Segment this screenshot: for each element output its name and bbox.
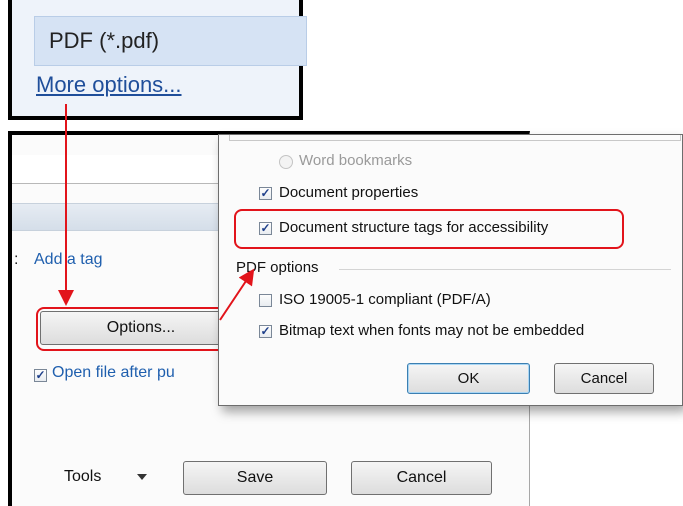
tools-menu[interactable]: Tools xyxy=(64,468,101,486)
group-frame xyxy=(229,135,681,141)
save-button[interactable]: Save xyxy=(183,461,327,495)
checkbox-checked-icon: ✓ xyxy=(35,368,46,382)
pdf-format-option[interactable]: PDF (*.pdf) xyxy=(34,16,307,66)
iso-compliant-checkbox[interactable] xyxy=(259,294,272,307)
iso-compliant-label: ISO 19005-1 compliant (PDF/A) xyxy=(279,291,491,308)
more-options-link[interactable]: More options... xyxy=(36,72,182,98)
radio-icon xyxy=(279,155,293,169)
word-bookmarks-label: Word bookmarks xyxy=(299,152,413,169)
dropdown-caret-icon[interactable] xyxy=(137,474,147,480)
tags-label: : xyxy=(14,251,19,268)
options-button[interactable]: Options... xyxy=(40,311,224,345)
options-dialog: Word bookmarks ✓ Document properties ✓ D… xyxy=(218,134,683,406)
structure-tags-checkbox[interactable]: ✓ xyxy=(259,222,272,235)
ok-button[interactable]: OK xyxy=(407,363,530,394)
pdf-options-heading: PDF options xyxy=(236,259,319,276)
open-file-checkbox[interactable]: ✓ xyxy=(34,369,47,382)
format-callout: PDF (*.pdf) More options... xyxy=(8,0,307,120)
open-file-label: Open file after pu xyxy=(52,364,175,381)
cancel-button[interactable]: Cancel xyxy=(351,461,492,495)
checkbox-checked-icon: ✓ xyxy=(260,324,271,338)
checkbox-checked-icon: ✓ xyxy=(260,221,271,235)
checkbox-checked-icon: ✓ xyxy=(260,186,271,200)
document-properties-label: Document properties xyxy=(279,184,419,201)
bitmap-text-checkbox[interactable]: ✓ xyxy=(259,325,272,338)
group-divider xyxy=(339,269,671,270)
options-cancel-button[interactable]: Cancel xyxy=(554,363,654,394)
structure-tags-label: Document structure tags for accessibilit… xyxy=(279,219,549,236)
add-tag-link[interactable]: Add a tag xyxy=(34,251,103,269)
document-properties-checkbox[interactable]: ✓ xyxy=(259,187,272,200)
bitmap-text-label: Bitmap text when fonts may not be embedd… xyxy=(279,322,585,339)
